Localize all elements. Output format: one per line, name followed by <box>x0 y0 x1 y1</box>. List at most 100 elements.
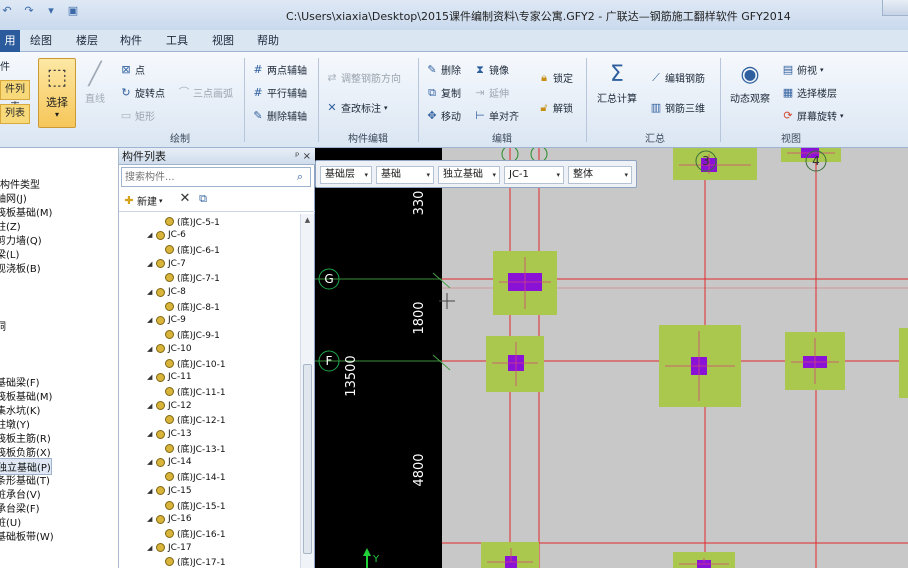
parallel-axis-button[interactable]: # 平行辅轴 <box>252 85 307 100</box>
delete-axis-button[interactable]: ✎ 删除辅轴 <box>252 108 307 123</box>
component-tree-row[interactable]: ◢ JC-14 <box>147 455 192 469</box>
point-button[interactable]: ⊠ 点 <box>120 62 145 77</box>
search-icon[interactable]: ⌕ <box>292 170 308 184</box>
component-type-item[interactable]: 轴网(J) <box>0 190 27 205</box>
category-select[interactable]: 基础 ▾ <box>376 166 434 184</box>
expand-toggle-icon[interactable]: ◢ <box>147 402 153 410</box>
expand-toggle-icon[interactable]: ◢ <box>147 231 153 239</box>
dropdown-icon[interactable]: ▾ <box>44 4 58 18</box>
component-type-item[interactable]: 承台梁(F) <box>0 500 40 515</box>
component-type-item[interactable]: 桩(U) <box>0 514 21 529</box>
line-button[interactable]: ╱ 直线 <box>80 60 110 105</box>
copy-button[interactable]: ⧉ 复制 <box>426 85 461 100</box>
component-tree-row[interactable]: (底)JC-14-1 <box>165 470 226 484</box>
component-tree-row[interactable]: ◢ JC-12 <box>147 399 192 413</box>
tab-draw[interactable]: 绘图 <box>26 30 56 52</box>
component-tree-row[interactable]: ◢ JC-13 <box>147 427 192 441</box>
single-align-button[interactable]: ⊢ 单对齐 <box>474 108 519 123</box>
component-tree-row[interactable]: ◢ JC-10 <box>147 342 192 356</box>
component-tree-row[interactable]: (底)JC-9-1 <box>165 328 220 342</box>
drawing-canvas[interactable]: G F 3 4 330 1800 13500 4800 Y <box>315 148 908 568</box>
copy-component-button[interactable]: ⧉ <box>197 193 209 205</box>
component-type-item[interactable]: 桩承台(V) <box>0 486 41 501</box>
expand-toggle-icon[interactable]: ◢ <box>147 430 153 438</box>
component-select[interactable]: JC-1 ▾ <box>504 166 564 184</box>
expand-toggle-icon[interactable]: ◢ <box>147 260 153 268</box>
scroll-thumb[interactable] <box>303 364 312 554</box>
check-mark-button[interactable]: ✕ 查改标注 ▾ <box>326 100 387 115</box>
component-type-item[interactable]: 现浇板(B) <box>0 260 41 275</box>
component-tree-row[interactable]: ◢ JC-16 <box>147 512 192 526</box>
two-point-axis-button[interactable]: # 两点辅轴 <box>252 62 307 77</box>
save-icon[interactable]: ▣ <box>66 4 80 18</box>
expand-toggle-icon[interactable]: ◢ <box>147 544 153 552</box>
expand-toggle-icon[interactable]: ◢ <box>147 345 153 353</box>
attribute-list-toggle[interactable]: 列表 <box>0 104 30 124</box>
extend-button[interactable]: ⇥ 延伸 <box>474 85 509 100</box>
component-tree-row[interactable]: ◢ JC-8 <box>147 285 186 299</box>
floor-select[interactable]: 基础层 ▾ <box>320 166 372 184</box>
component-tree-row[interactable]: (底)JC-5-1 <box>165 214 220 228</box>
expand-toggle-icon[interactable]: ◢ <box>147 373 153 381</box>
component-tree-row[interactable]: (底)JC-10-1 <box>165 356 226 370</box>
unlock-button[interactable]: 🔓︎ 解锁 <box>538 100 573 115</box>
component-tree-row[interactable]: (底)JC-6-1 <box>165 242 220 256</box>
summary-calc-button[interactable]: Σ 汇总计算 <box>592 60 642 105</box>
scope-select[interactable]: 整体 ▾ <box>568 166 632 184</box>
new-component-button[interactable]: ✚ 新建 ▾ <box>123 193 162 208</box>
component-type-item[interactable]: 基础板带(W) <box>0 528 54 543</box>
component-type-item[interactable]: 构件类型 <box>0 176 40 191</box>
screen-rotate-button[interactable]: ⟳ 屏幕旋转 ▾ <box>782 108 843 123</box>
component-type-item[interactable]: 集水坑(K) <box>0 402 40 417</box>
component-tree-row[interactable]: (底)JC-15-1 <box>165 498 226 512</box>
expand-toggle-icon[interactable]: ◢ <box>147 515 153 523</box>
component-tree-row[interactable]: (底)JC-12-1 <box>165 413 226 427</box>
three-point-arc-button[interactable]: ⌒ 三点画弧 <box>178 85 234 100</box>
expand-toggle-icon[interactable]: ◢ <box>147 288 153 296</box>
tab-application[interactable]: 用 <box>0 30 20 52</box>
adjust-rebar-direction-button[interactable]: ⇄ 调整钢筋方向 <box>326 70 401 85</box>
panel-pin-close-icon[interactable]: ᵖ × <box>295 148 311 165</box>
window-control-button[interactable] <box>882 0 908 16</box>
component-tree-row[interactable]: ◢ JC-15 <box>147 484 192 498</box>
redo-icon[interactable]: ↷ <box>22 4 36 18</box>
tab-tools[interactable]: 工具 <box>162 30 192 52</box>
mirror-button[interactable]: ⧗ 镜像 <box>474 62 509 77</box>
component-type-item[interactable]: 筏板基础(M) <box>0 204 52 219</box>
component-tree-row[interactable]: (底)JC-7-1 <box>165 271 220 285</box>
component-tree-row[interactable]: (底)JC-16-1 <box>165 526 226 540</box>
rect-button[interactable]: ▭ 矩形 <box>120 108 155 123</box>
component-tree-row[interactable]: (底)JC-8-1 <box>165 299 220 313</box>
tab-component[interactable]: 构件 <box>116 30 146 52</box>
component-tree-row[interactable]: ◢ JC-6 <box>147 228 186 242</box>
component-tree-row[interactable]: (底)JC-13-1 <box>165 441 226 455</box>
select-floor-button[interactable]: ▦ 选择楼层 <box>782 85 837 100</box>
component-tree-row[interactable]: ◢ JC-7 <box>147 257 186 271</box>
rotate-point-button[interactable]: ↻ 旋转点 <box>120 85 165 100</box>
component-tree-row[interactable]: (底)JC-11-1 <box>165 384 226 398</box>
component-type-item[interactable]: 剪力墙(Q) <box>0 232 42 247</box>
component-type-item[interactable]: 筏板主筋(R) <box>0 430 51 445</box>
expand-toggle-icon[interactable]: ◢ <box>147 316 153 324</box>
component-type-item[interactable]: 筏板负筋(X) <box>0 444 51 459</box>
tab-help[interactable]: 帮助 <box>253 30 283 52</box>
rebar-3d-button[interactable]: ▥ 钢筋三维 <box>650 100 705 115</box>
component-tree-row[interactable]: ◢ JC-17 <box>147 541 192 555</box>
component-tree-row[interactable]: ◢ JC-9 <box>147 313 186 327</box>
component-list-scrollbar[interactable]: ▲ <box>300 214 314 568</box>
component-type-item[interactable]: 条形基础(T) <box>0 472 50 487</box>
component-type-item[interactable]: 柱(Z) <box>0 218 21 233</box>
tab-view[interactable]: 视图 <box>208 30 238 52</box>
move-button[interactable]: ✥ 移动 <box>426 108 461 123</box>
component-tree-row[interactable]: (底)JC-17-1 <box>165 555 226 568</box>
undo-icon[interactable]: ↶ <box>0 4 14 18</box>
type-select[interactable]: 独立基础 ▾ <box>438 166 500 184</box>
component-type-item[interactable]: 梁(L) <box>0 246 19 261</box>
component-search-input[interactable] <box>122 168 288 186</box>
component-list-toggle[interactable]: 件列表 <box>0 80 30 113</box>
top-view-button[interactable]: ▤ 俯视 ▾ <box>782 62 824 77</box>
dynamic-view-button[interactable]: ◉ 动态观察 <box>726 60 774 105</box>
scroll-up-icon[interactable]: ▲ <box>301 214 314 227</box>
component-type-item[interactable]: 筏板基础(M) <box>0 388 52 403</box>
edit-rebar-button[interactable]: ⟋ 编辑钢筋 <box>650 70 705 85</box>
